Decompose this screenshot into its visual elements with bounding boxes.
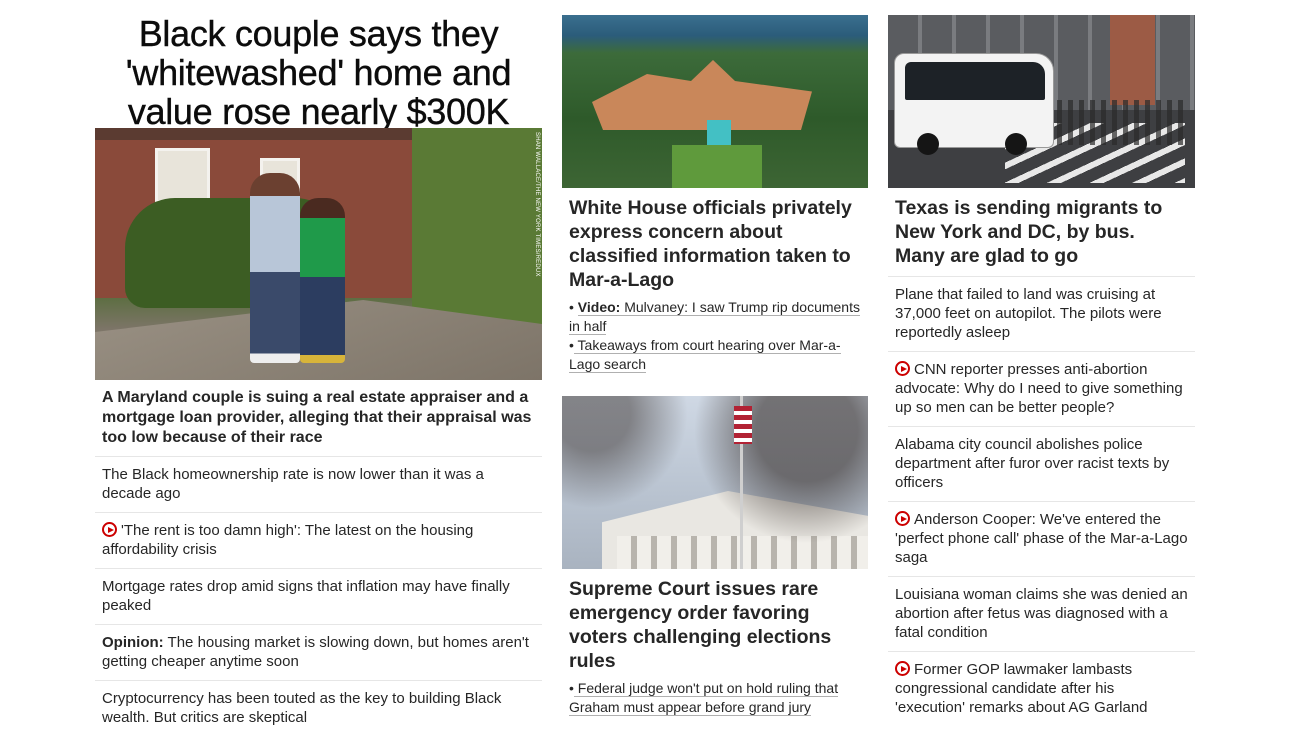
- story-title-migrants[interactable]: Texas is sending migrants to New York an…: [888, 188, 1195, 276]
- list-item-text[interactable]: The housing market is slowing down, but …: [102, 634, 529, 670]
- list-item[interactable]: CNN reporter presses anti-abortion advoc…: [888, 351, 1195, 426]
- building-shape: [592, 60, 812, 130]
- crowd-shape: [1057, 100, 1187, 145]
- list-item[interactable]: Former GOP lawmaker lambasts congression…: [888, 651, 1195, 726]
- main-headline-link[interactable]: Black couple says they 'whitewashed' hom…: [126, 13, 512, 132]
- secondary-stories-column: White House officials privately express …: [562, 15, 868, 717]
- sub-link-text[interactable]: Federal judge won't put on hold ruling t…: [569, 680, 839, 716]
- third-stories-column: Texas is sending migrants to New York an…: [888, 15, 1195, 726]
- story-title-supreme-court[interactable]: Supreme Court issues rare emergency orde…: [562, 569, 868, 677]
- main-headline[interactable]: Black couple says they 'whitewashed' hom…: [95, 0, 542, 131]
- story-sub-links: • Federal judge won't put on hold ruling…: [562, 677, 868, 717]
- list-item[interactable]: Opinion: The housing market is slowing d…: [95, 624, 542, 680]
- opinion-label: Opinion:: [102, 634, 164, 651]
- related-stories-list: The Black homeownership rate is now lowe…: [95, 456, 542, 736]
- play-video-icon: [895, 661, 910, 676]
- flag-icon: [734, 406, 752, 444]
- main-story-summary[interactable]: A Maryland couple is suing a real estate…: [95, 380, 542, 456]
- sub-link[interactable]: • Video: Mulvaney: I saw Trump rip docum…: [569, 298, 861, 336]
- main-story-image[interactable]: SHAN WALLACE/THE NEW YORK TIMES/REDUX: [95, 128, 542, 380]
- wheel-shape: [917, 133, 939, 155]
- list-item-text[interactable]: Anderson Cooper: We've entered the 'perf…: [895, 511, 1188, 566]
- window-shape: [155, 148, 210, 203]
- list-item[interactable]: The Black homeownership rate is now lowe…: [95, 456, 542, 512]
- supreme-court-image[interactable]: [562, 396, 868, 569]
- sub-link[interactable]: • Federal judge won't put on hold ruling…: [569, 679, 861, 717]
- bus-shape: [894, 53, 1054, 155]
- wheel-shape: [1005, 133, 1027, 155]
- list-item[interactable]: Alabama city council abolishes police de…: [888, 426, 1195, 501]
- play-video-icon: [102, 522, 117, 537]
- man-figure: [250, 173, 300, 363]
- lawn-shape: [672, 145, 762, 188]
- list-item-text[interactable]: Mortgage rates drop amid signs that infl…: [102, 578, 510, 614]
- list-item[interactable]: Louisiana woman claims she was denied an…: [888, 576, 1195, 651]
- sub-link[interactable]: • Takeaways from court hearing over Mar-…: [569, 336, 861, 374]
- story-sub-links: • Video: Mulvaney: I saw Trump rip docum…: [562, 296, 868, 374]
- list-item[interactable]: Plane that failed to land was cruising a…: [888, 276, 1195, 351]
- headlines-list: Plane that failed to land was cruising a…: [888, 276, 1195, 726]
- list-item-text[interactable]: 'The rent is too damn high': The latest …: [102, 522, 473, 558]
- list-item[interactable]: Anderson Cooper: We've entered the 'perf…: [888, 501, 1195, 576]
- migrant-bus-image[interactable]: [888, 15, 1195, 188]
- tree-branches-shape: [562, 396, 868, 569]
- video-label: Video:: [577, 299, 621, 315]
- list-item-text[interactable]: CNN reporter presses anti-abortion advoc…: [895, 361, 1183, 416]
- building-shape: [1110, 15, 1155, 105]
- play-video-icon: [895, 511, 910, 526]
- list-item[interactable]: Cryptocurrency has been touted as the ke…: [95, 680, 542, 736]
- pool-shape: [707, 120, 731, 148]
- list-item-text[interactable]: Alabama city council abolishes police de…: [895, 436, 1169, 491]
- photo-credit: SHAN WALLACE/THE NEW YORK TIMES/REDUX: [534, 132, 540, 277]
- list-item-text[interactable]: Former GOP lawmaker lambasts congression…: [895, 661, 1148, 716]
- story-title-classified-info[interactable]: White House officials privately express …: [562, 188, 868, 296]
- woman-figure: [300, 198, 345, 363]
- list-item-text[interactable]: Plane that failed to land was cruising a…: [895, 286, 1162, 341]
- list-item[interactable]: Mortgage rates drop amid signs that infl…: [95, 568, 542, 624]
- list-item-text[interactable]: The Black homeownership rate is now lowe…: [102, 466, 484, 502]
- play-video-icon: [895, 361, 910, 376]
- mar-a-lago-image[interactable]: [562, 15, 868, 188]
- bus-window-shape: [905, 62, 1045, 100]
- list-item[interactable]: 'The rent is too damn high': The latest …: [95, 512, 542, 568]
- bullet: •: [569, 299, 574, 315]
- tree-shape: [412, 128, 542, 328]
- list-item-text[interactable]: Cryptocurrency has been touted as the ke…: [102, 690, 501, 726]
- sub-link-text[interactable]: Takeaways from court hearing over Mar-a-…: [569, 337, 841, 373]
- main-story-column: Black couple says they 'whitewashed' hom…: [95, 0, 542, 736]
- list-item-text[interactable]: Louisiana woman claims she was denied an…: [895, 586, 1188, 641]
